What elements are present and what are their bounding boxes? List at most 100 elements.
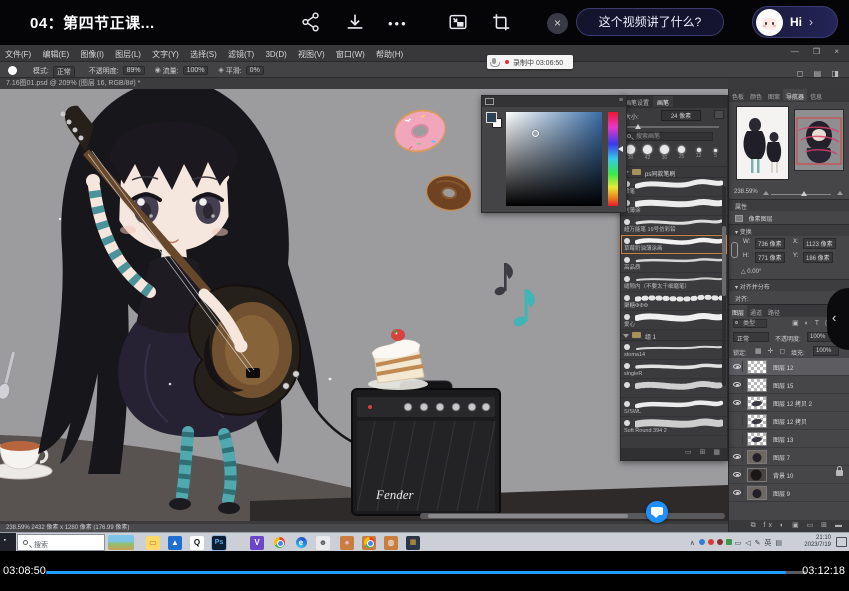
- options-right-icons[interactable]: ◻ ▤ ◨: [797, 69, 843, 78]
- canvas-horizontal-scrollbar[interactable]: [420, 513, 725, 519]
- brush-angle-icon[interactable]: [714, 110, 724, 119]
- layer-row[interactable]: 图层 12: [729, 358, 849, 376]
- touch-keyboard-icon[interactable]: ▤: [775, 540, 783, 547]
- taskbar-app-pink[interactable]: ●: [340, 536, 354, 550]
- tab-paths[interactable]: 路径: [765, 305, 783, 317]
- assistant-entry-pill[interactable]: Hi ›: [752, 6, 838, 38]
- taskbar-app-grid[interactable]: ▦: [406, 536, 420, 550]
- menu-filter[interactable]: 滤镜(T): [228, 49, 254, 60]
- tab-navigator[interactable]: 导航器: [783, 89, 807, 101]
- ime-indicator[interactable]: 英: [764, 540, 772, 547]
- brush-item-selected[interactable]: 草莓奶油薄涂画: [621, 235, 727, 254]
- visibility-eye-icon[interactable]: [733, 472, 741, 477]
- taskbar-search-input[interactable]: 搜索: [17, 534, 105, 551]
- color-picker-ring[interactable]: [532, 130, 539, 137]
- layer-thumbnail[interactable]: [747, 360, 767, 374]
- menu-file[interactable]: 文件(F): [5, 49, 31, 60]
- rotation-angle-row[interactable]: △ 0.00°: [729, 266, 849, 279]
- zoom-slider-thumb[interactable]: [801, 191, 807, 196]
- dismiss-suggestion-button[interactable]: ×: [547, 13, 568, 34]
- align-distribute-header[interactable]: ▾ 对齐并分布: [729, 279, 849, 291]
- visibility-eye-icon[interactable]: [733, 454, 741, 459]
- taskbar-chrome[interactable]: [272, 536, 286, 550]
- smoothing-select[interactable]: 0%: [246, 66, 264, 75]
- brush-tip[interactable]: 25: [674, 145, 689, 160]
- collapse-sidebar-tab[interactable]: ‹: [827, 288, 849, 350]
- more-options-button[interactable]: •••: [388, 16, 408, 31]
- hue-slider-arrow[interactable]: [618, 146, 623, 152]
- lock-icons[interactable]: ▦ ✛ ◻: [755, 347, 787, 355]
- y-field[interactable]: 186 像素: [803, 252, 833, 263]
- layer-thumbnail[interactable]: [747, 378, 767, 392]
- taskbar-photoshop[interactable]: Ps: [212, 536, 226, 550]
- pip-button[interactable]: [447, 11, 469, 33]
- layer-row[interactable]: 背景 10: [729, 466, 849, 484]
- brush-panel-scrollbar[interactable]: [722, 186, 726, 386]
- brush-group-header[interactable]: ps同款笔刷: [621, 167, 727, 178]
- visibility-eye-icon[interactable]: [733, 364, 741, 369]
- clip-button[interactable]: [490, 11, 512, 33]
- window-controls[interactable]: — ❐ ×: [791, 47, 845, 56]
- taskbar-contacts[interactable]: ☻: [316, 536, 330, 550]
- airbrush-icon[interactable]: ◈: [218, 66, 223, 74]
- brush-item[interactable]: 刷薄涂: [621, 197, 727, 216]
- menu-3d[interactable]: 3D(D): [265, 50, 286, 59]
- layer-thumbnail[interactable]: [747, 414, 767, 428]
- taskbar-app-browser2[interactable]: [362, 536, 376, 550]
- menu-edit[interactable]: 编辑(E): [42, 49, 69, 60]
- visibility-eye-icon[interactable]: [733, 400, 741, 405]
- flow-select[interactable]: 100%: [183, 66, 209, 75]
- layer-row[interactable]: 图层 15: [729, 376, 849, 394]
- navigator-proxy-thumbnail[interactable]: [794, 109, 844, 171]
- notification-center-icon[interactable]: [836, 537, 847, 547]
- tray-pen-icon[interactable]: ✎: [755, 540, 762, 547]
- share-button[interactable]: [300, 11, 322, 33]
- saturation-brightness-field[interactable]: [506, 112, 602, 206]
- ask-about-video-pill[interactable]: 这个视频讲了什么?: [576, 8, 724, 36]
- tray-volume-icon[interactable]: ◁: [745, 540, 751, 547]
- brush-group-header[interactable]: 组 1: [621, 330, 727, 341]
- layer-row[interactable]: 图层 12 拷贝 2: [729, 394, 849, 412]
- tab-swatches[interactable]: 色板: [729, 89, 747, 101]
- video-progress-bar[interactable]: [46, 571, 806, 574]
- panel-menu-icon[interactable]: ≡: [619, 97, 623, 104]
- brush-item[interactable]: singleR: [621, 360, 727, 379]
- pressure-opacity-icon[interactable]: ◉: [155, 66, 161, 74]
- menu-view[interactable]: 视图(V): [298, 49, 325, 60]
- chat-floating-button[interactable]: [646, 501, 668, 523]
- download-button[interactable]: [344, 11, 366, 33]
- menu-image[interactable]: 图像(I): [80, 49, 104, 60]
- brush-item[interactable]: [621, 379, 727, 398]
- menu-layer[interactable]: 图层(L): [115, 49, 141, 60]
- menu-type[interactable]: 文字(Y): [152, 49, 179, 60]
- foreground-background-swatch[interactable]: [486, 112, 502, 128]
- visibility-eye-icon[interactable]: [733, 382, 741, 387]
- brush-tip[interactable]: 42: [640, 145, 655, 161]
- brush-tip[interactable]: 12: [691, 145, 706, 159]
- taskbar-clock[interactable]: 21:10 2023/7/19: [804, 535, 831, 549]
- layer-thumbnail[interactable]: [747, 432, 767, 446]
- navigator-zoom-value[interactable]: 238.59%: [734, 189, 758, 195]
- menu-help[interactable]: 帮助(H): [376, 49, 403, 60]
- taskbar-edge[interactable]: e: [294, 536, 308, 550]
- visibility-toggle-empty[interactable]: [731, 415, 743, 426]
- brush-panel-footer-icons[interactable]: ▭ ⊞ ▦: [621, 448, 727, 460]
- visibility-toggle-empty[interactable]: [731, 433, 743, 444]
- layer-thumbnail[interactable]: [747, 450, 767, 464]
- brush-item[interactable]: 超万能笔 19号仿彩铅: [621, 216, 727, 235]
- blend-mode-select[interactable]: 正常: [53, 66, 75, 78]
- layer-row[interactable]: 图层 9: [729, 484, 849, 502]
- tray-app-maroon-icon[interactable]: [717, 539, 723, 545]
- brush-tip[interactable]: 30: [657, 145, 672, 161]
- layer-fill-field[interactable]: 100%: [813, 346, 839, 356]
- layer-blend-mode-select[interactable]: 正常: [733, 332, 769, 342]
- brush-item[interactable]: 缝隙内（不要太干细磨笔）: [621, 273, 727, 292]
- tab-patterns[interactable]: 图案: [765, 89, 783, 101]
- transform-section-header[interactable]: ▾ 变换: [729, 224, 849, 236]
- tray-expand-icon[interactable]: ∧: [690, 540, 696, 547]
- properties-tab[interactable]: 属性: [729, 199, 849, 211]
- brush-item[interactable]: S/SWL: [621, 398, 727, 417]
- taskbar-file-explorer[interactable]: ▭: [146, 536, 160, 550]
- width-field[interactable]: 736 像素: [755, 238, 785, 249]
- tray-app-green-icon[interactable]: [726, 539, 732, 545]
